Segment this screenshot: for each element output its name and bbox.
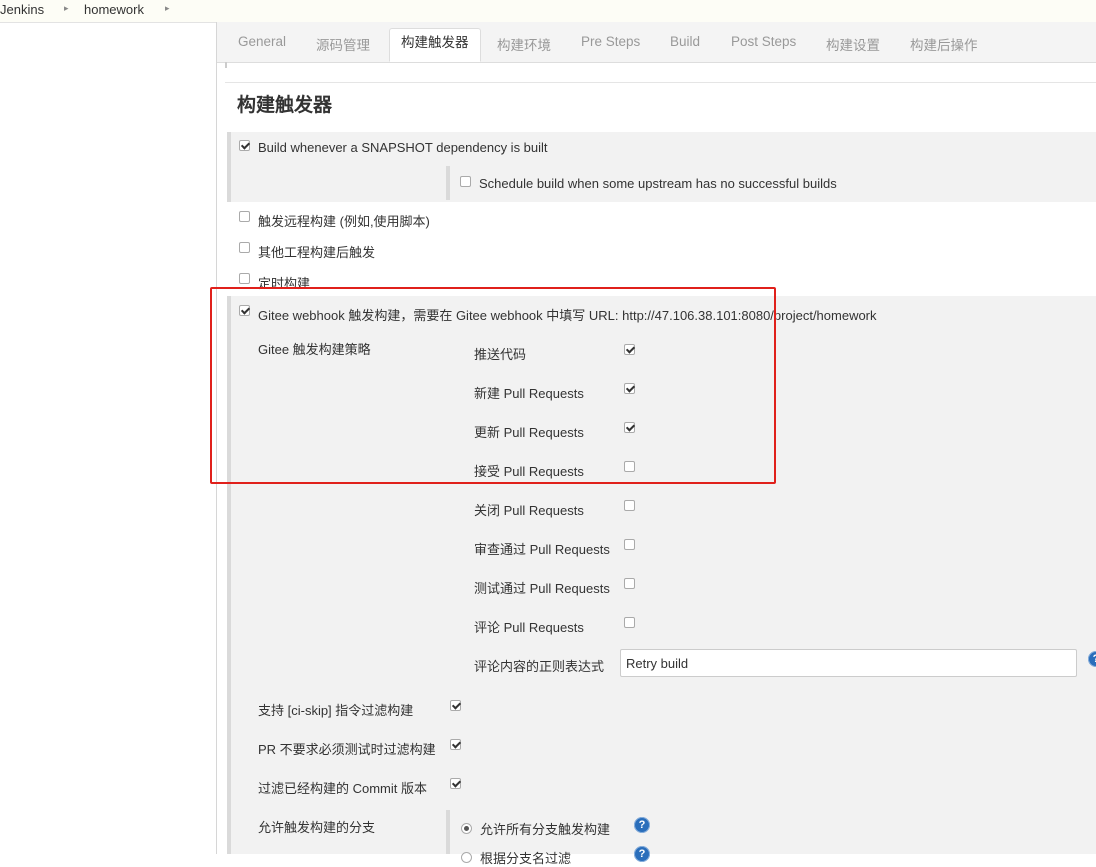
- section-divider-tick: [225, 62, 227, 68]
- strategy-pr-close-label: 关闭 Pull Requests: [474, 503, 584, 518]
- highlight-annotation-box: [210, 287, 776, 484]
- snapshot-trigger-label: Build whenever a SNAPSHOT dependency is …: [258, 140, 548, 155]
- upstream-option-bar: [446, 166, 450, 200]
- breadcrumb: Jenkins ▸ homework ▸: [0, 0, 1096, 23]
- help-icon[interactable]: ?: [634, 817, 650, 833]
- strategy-pr-comment-label: 评论 Pull Requests: [474, 620, 584, 635]
- strategy-pr-approved-label: 审查通过 Pull Requests: [474, 542, 610, 557]
- tab-pre-steps[interactable]: Pre Steps: [581, 34, 640, 49]
- section-divider: [225, 62, 1096, 83]
- remote-trigger-label: 触发远程构建 (例如,使用脚本): [258, 214, 430, 229]
- breadcrumb-separator-icon: ▸: [64, 3, 69, 13]
- remote-trigger-checkbox[interactable]: [239, 211, 250, 222]
- config-tabbar: General 源码管理 构建触发器 构建环境 Pre Steps Build …: [217, 22, 1096, 63]
- tab-build-settings[interactable]: 构建设置: [826, 34, 880, 54]
- tab-scm[interactable]: 源码管理: [316, 34, 370, 54]
- strategy-pr-comment-checkbox[interactable]: [624, 617, 635, 628]
- ci-skip-checkbox[interactable]: [450, 700, 461, 711]
- other-project-trigger-label: 其他工程构建后触发: [258, 245, 376, 260]
- branches-option-bar: [446, 810, 450, 854]
- tab-build-environment[interactable]: 构建环境: [497, 34, 551, 54]
- strategy-pr-tested-checkbox[interactable]: [624, 578, 635, 589]
- snapshot-trigger-bar: [227, 132, 231, 202]
- tab-general[interactable]: General: [238, 34, 286, 49]
- all-branches-label: 允许所有分支触发构建: [480, 822, 611, 837]
- strategy-pr-tested-label: 测试通过 Pull Requests: [474, 581, 610, 596]
- breadcrumb-separator-icon: ▸: [165, 3, 170, 13]
- scheduled-build-checkbox[interactable]: [239, 273, 250, 284]
- tab-build-triggers[interactable]: 构建触发器: [389, 28, 481, 62]
- tab-build[interactable]: Build: [670, 34, 700, 49]
- upstream-unsuccessful-label: Schedule build when some upstream has no…: [479, 176, 837, 191]
- strategy-pr-approved-checkbox[interactable]: [624, 539, 635, 550]
- allowed-branches-label: 允许触发构建的分支: [258, 820, 376, 835]
- other-project-trigger-checkbox[interactable]: [239, 242, 250, 253]
- upstream-unsuccessful-checkbox[interactable]: [460, 176, 471, 187]
- filter-built-commit-label: 过滤已经构建的 Commit 版本: [258, 781, 428, 796]
- ci-skip-label: 支持 [ci-skip] 指令过滤构建: [258, 703, 414, 718]
- help-icon[interactable]: ?: [634, 846, 650, 862]
- filter-built-commit-checkbox[interactable]: [450, 778, 461, 789]
- strategy-pr-close-checkbox[interactable]: [624, 500, 635, 511]
- tab-post-build-actions[interactable]: 构建后操作: [910, 34, 978, 54]
- snapshot-trigger-checkbox[interactable]: [239, 140, 250, 151]
- pr-no-test-filter-label: PR 不要求必须测试时过滤构建: [258, 742, 436, 757]
- breadcrumb-homework[interactable]: homework: [84, 2, 144, 17]
- tab-post-steps[interactable]: Post Steps: [731, 34, 796, 49]
- pr-no-test-filter-checkbox[interactable]: [450, 739, 461, 750]
- all-branches-radio[interactable]: [461, 823, 472, 834]
- section-title: 构建触发器: [237, 95, 333, 116]
- filter-by-branch-label: 根据分支名过滤: [480, 851, 572, 866]
- comment-regex-input[interactable]: [620, 649, 1077, 677]
- breadcrumb-jenkins[interactable]: Jenkins: [0, 2, 44, 17]
- comment-regex-label: 评论内容的正则表达式: [474, 659, 605, 674]
